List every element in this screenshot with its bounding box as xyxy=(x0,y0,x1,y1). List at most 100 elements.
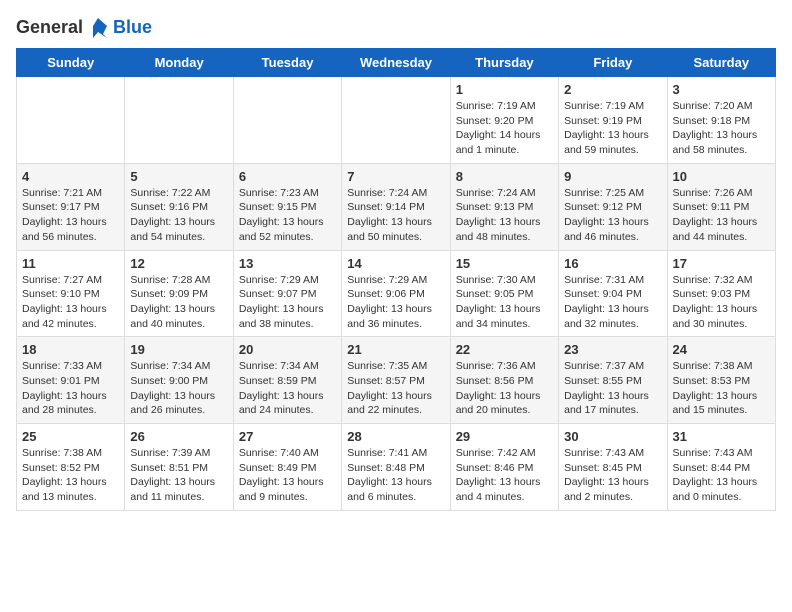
calendar-header: SundayMondayTuesdayWednesdayThursdayFrid… xyxy=(17,49,776,77)
day-info: Sunrise: 7:24 AM Sunset: 9:14 PM Dayligh… xyxy=(347,186,444,245)
calendar-cell: 12Sunrise: 7:28 AM Sunset: 9:09 PM Dayli… xyxy=(125,250,233,337)
day-info: Sunrise: 7:29 AM Sunset: 9:06 PM Dayligh… xyxy=(347,273,444,332)
day-info: Sunrise: 7:22 AM Sunset: 9:16 PM Dayligh… xyxy=(130,186,227,245)
day-info: Sunrise: 7:40 AM Sunset: 8:49 PM Dayligh… xyxy=(239,446,336,505)
day-info: Sunrise: 7:34 AM Sunset: 8:59 PM Dayligh… xyxy=(239,359,336,418)
day-number: 17 xyxy=(673,256,770,271)
calendar-cell: 3 Sunrise: 7:20 AM Sunset: 9:18 PM Daylig… xyxy=(667,77,775,164)
week-row-1: 1Sunrise: 7:19 AM Sunset: 9:20 PM Daylig… xyxy=(17,77,776,164)
day-number: 2 xyxy=(564,82,661,97)
day-info: Sunrise: 7:42 AM Sunset: 8:46 PM Dayligh… xyxy=(456,446,553,505)
day-number: 8 xyxy=(456,169,553,184)
day-info: Sunrise: 7:20 AM Sunset: 9:18 PM Dayligh… xyxy=(673,99,770,158)
day-number: 23 xyxy=(564,342,661,357)
calendar-table: SundayMondayTuesdayWednesdayThursdayFrid… xyxy=(16,48,776,511)
calendar-cell xyxy=(342,77,450,164)
day-info: Sunrise: 7:31 AM Sunset: 9:04 PM Dayligh… xyxy=(564,273,661,332)
calendar-cell: 8 Sunrise: 7:24 AM Sunset: 9:13 PM Daylig… xyxy=(450,163,558,250)
day-info: Sunrise: 7:34 AM Sunset: 9:00 PM Dayligh… xyxy=(130,359,227,418)
calendar-cell: 27Sunrise: 7:40 AM Sunset: 8:49 PM Dayli… xyxy=(233,424,341,511)
day-header-wednesday: Wednesday xyxy=(342,49,450,77)
day-number: 11 xyxy=(22,256,119,271)
day-info: Sunrise: 7:24 AM Sunset: 9:13 PM Dayligh… xyxy=(456,186,553,245)
day-info: Sunrise: 7:39 AM Sunset: 8:51 PM Dayligh… xyxy=(130,446,227,505)
calendar-cell: 10 Sunrise: 7:26 AM Sunset: 9:11 PM Dayli… xyxy=(667,163,775,250)
calendar-cell: 21 Sunrise: 7:35 AM Sunset: 8:57 PM Dayli… xyxy=(342,337,450,424)
day-info: Sunrise: 7:32 AM Sunset: 9:03 PM Dayligh… xyxy=(673,273,770,332)
day-number: 3 xyxy=(673,82,770,97)
calendar-body: 1Sunrise: 7:19 AM Sunset: 9:20 PM Daylig… xyxy=(17,77,776,511)
day-number: 13 xyxy=(239,256,336,271)
calendar-cell: 23 Sunrise: 7:37 AM Sunset: 8:55 PM Dayli… xyxy=(559,337,667,424)
calendar-cell: 25 Sunrise: 7:38 AM Sunset: 8:52 PM Dayli… xyxy=(17,424,125,511)
day-number: 9 xyxy=(564,169,661,184)
logo: General Blue xyxy=(16,16,152,38)
day-info: Sunrise: 7:43 AM Sunset: 8:45 PM Dayligh… xyxy=(564,446,661,505)
day-info: Sunrise: 7:43 AM Sunset: 8:44 PM Dayligh… xyxy=(673,446,770,505)
day-number: 31 xyxy=(673,429,770,444)
day-header-sunday: Sunday xyxy=(17,49,125,77)
calendar-cell: 2 Sunrise: 7:19 AM Sunset: 9:19 PM Daylig… xyxy=(559,77,667,164)
day-number: 21 xyxy=(347,342,444,357)
day-number: 10 xyxy=(673,169,770,184)
calendar-cell: 16 Sunrise: 7:31 AM Sunset: 9:04 PM Dayli… xyxy=(559,250,667,337)
logo-general: General xyxy=(16,17,83,38)
day-info: Sunrise: 7:23 AM Sunset: 9:15 PM Dayligh… xyxy=(239,186,336,245)
calendar-cell: 14 Sunrise: 7:29 AM Sunset: 9:06 PM Dayli… xyxy=(342,250,450,337)
calendar-cell: 26 Sunrise: 7:39 AM Sunset: 8:51 PM Dayli… xyxy=(125,424,233,511)
day-header-monday: Monday xyxy=(125,49,233,77)
day-number: 1 xyxy=(456,82,553,97)
day-number: 12 xyxy=(130,256,227,271)
day-info: Sunrise: 7:41 AM Sunset: 8:48 PM Dayligh… xyxy=(347,446,444,505)
day-number: 22 xyxy=(456,342,553,357)
week-row-5: 25 Sunrise: 7:38 AM Sunset: 8:52 PM Dayli… xyxy=(17,424,776,511)
day-info: Sunrise: 7:37 AM Sunset: 8:55 PM Dayligh… xyxy=(564,359,661,418)
calendar-cell: 19 Sunrise: 7:34 AM Sunset: 9:00 PM Dayli… xyxy=(125,337,233,424)
days-of-week-row: SundayMondayTuesdayWednesdayThursdayFrid… xyxy=(17,49,776,77)
day-number: 16 xyxy=(564,256,661,271)
logo-blue: Blue xyxy=(113,17,152,38)
day-number: 25 xyxy=(22,429,119,444)
day-info: Sunrise: 7:19 AM Sunset: 9:19 PM Dayligh… xyxy=(564,99,661,158)
day-info: Sunrise: 7:38 AM Sunset: 8:52 PM Dayligh… xyxy=(22,446,119,505)
day-info: Sunrise: 7:36 AM Sunset: 8:56 PM Dayligh… xyxy=(456,359,553,418)
day-number: 24 xyxy=(673,342,770,357)
calendar-cell: 9Sunrise: 7:25 AM Sunset: 9:12 PM Daylig… xyxy=(559,163,667,250)
calendar-cell xyxy=(233,77,341,164)
week-row-2: 4Sunrise: 7:21 AM Sunset: 9:17 PM Daylig… xyxy=(17,163,776,250)
calendar-cell: 29 Sunrise: 7:42 AM Sunset: 8:46 PM Dayli… xyxy=(450,424,558,511)
day-number: 28 xyxy=(347,429,444,444)
calendar-cell: 20 Sunrise: 7:34 AM Sunset: 8:59 PM Dayli… xyxy=(233,337,341,424)
calendar-cell xyxy=(125,77,233,164)
day-number: 4 xyxy=(22,169,119,184)
calendar-cell: 28 Sunrise: 7:41 AM Sunset: 8:48 PM Dayli… xyxy=(342,424,450,511)
calendar-cell: 17 Sunrise: 7:32 AM Sunset: 9:03 PM Dayli… xyxy=(667,250,775,337)
calendar-cell: 6 Sunrise: 7:23 AM Sunset: 9:15 PM Daylig… xyxy=(233,163,341,250)
calendar-cell: 4Sunrise: 7:21 AM Sunset: 9:17 PM Daylig… xyxy=(17,163,125,250)
logo-bird-icon xyxy=(87,16,109,38)
header: General Blue xyxy=(16,16,776,38)
day-number: 20 xyxy=(239,342,336,357)
calendar-cell: 30 Sunrise: 7:43 AM Sunset: 8:45 PM Dayli… xyxy=(559,424,667,511)
day-info: Sunrise: 7:35 AM Sunset: 8:57 PM Dayligh… xyxy=(347,359,444,418)
day-number: 14 xyxy=(347,256,444,271)
day-number: 19 xyxy=(130,342,227,357)
day-number: 30 xyxy=(564,429,661,444)
day-info: Sunrise: 7:26 AM Sunset: 9:11 PM Dayligh… xyxy=(673,186,770,245)
calendar-cell: 13Sunrise: 7:29 AM Sunset: 9:07 PM Dayli… xyxy=(233,250,341,337)
calendar-cell: 1Sunrise: 7:19 AM Sunset: 9:20 PM Daylig… xyxy=(450,77,558,164)
day-number: 29 xyxy=(456,429,553,444)
day-header-tuesday: Tuesday xyxy=(233,49,341,77)
calendar-cell: 7Sunrise: 7:24 AM Sunset: 9:14 PM Daylig… xyxy=(342,163,450,250)
day-number: 5 xyxy=(130,169,227,184)
day-number: 26 xyxy=(130,429,227,444)
day-number: 18 xyxy=(22,342,119,357)
day-header-thursday: Thursday xyxy=(450,49,558,77)
day-number: 6 xyxy=(239,169,336,184)
day-header-saturday: Saturday xyxy=(667,49,775,77)
calendar-cell xyxy=(17,77,125,164)
day-info: Sunrise: 7:33 AM Sunset: 9:01 PM Dayligh… xyxy=(22,359,119,418)
day-info: Sunrise: 7:30 AM Sunset: 9:05 PM Dayligh… xyxy=(456,273,553,332)
calendar-cell: 5 Sunrise: 7:22 AM Sunset: 9:16 PM Daylig… xyxy=(125,163,233,250)
calendar-cell: 31 Sunrise: 7:43 AM Sunset: 8:44 PM Dayli… xyxy=(667,424,775,511)
